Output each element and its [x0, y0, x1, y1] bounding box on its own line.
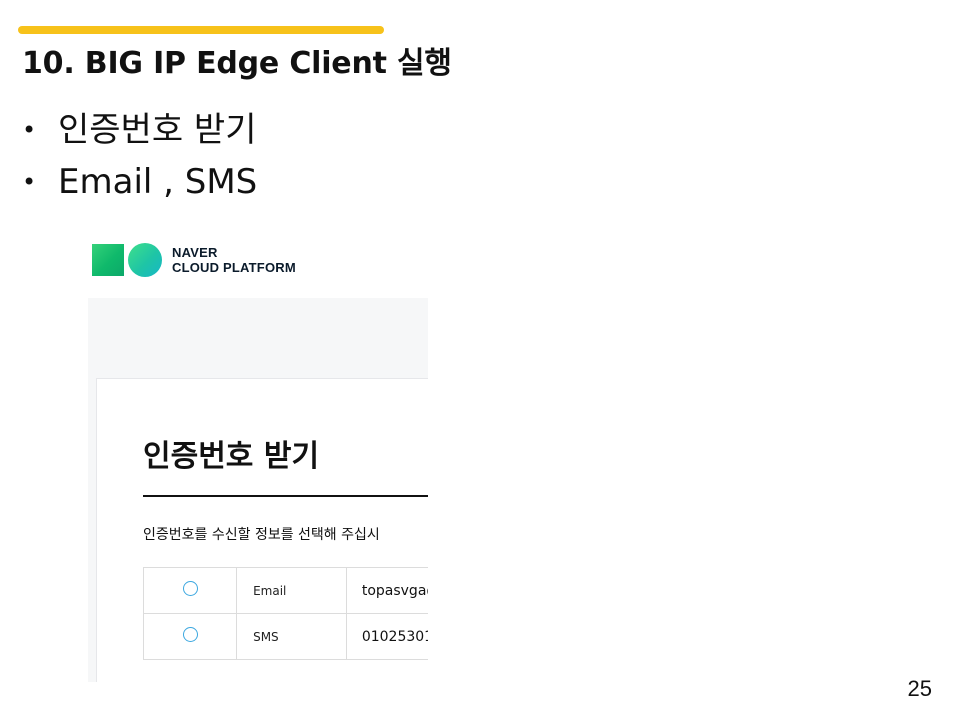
panel-description: 인증번호를 수신할 정보를 선택해 주십시	[143, 527, 380, 543]
brand-header: NAVER CLOUD PLATFORM	[92, 240, 296, 280]
verification-method-table: Email topasvga@ SMS 010253019	[142, 567, 428, 660]
bullet-text: Email , SMS	[58, 162, 258, 202]
bullet-list: • 인증번호 받기 • Email , SMS	[22, 104, 257, 208]
brand-name: NAVER CLOUD PLATFORM	[172, 245, 296, 275]
table-row[interactable]: SMS 010253019	[142, 613, 428, 660]
page-number: 25	[907, 676, 932, 701]
bullet-item: • Email , SMS	[22, 156, 257, 208]
bullet-dot: •	[22, 116, 37, 144]
sms-radio[interactable]	[182, 627, 198, 642]
radio-cell	[142, 613, 238, 660]
verification-panel: 인증번호 받기 인증번호를 수신할 정보를 선택해 주십시 Email topa…	[96, 378, 428, 682]
brand-line-1: NAVER	[172, 245, 218, 260]
embedded-screenshot: NAVER CLOUD PLATFORM 인증번호 받기 인증번호를 수신할 정…	[88, 236, 428, 682]
bullet-text: 인증번호 받기	[58, 110, 257, 150]
bullet-item: • 인증번호 받기	[22, 104, 257, 156]
email-radio[interactable]	[182, 581, 198, 596]
logo-circle-icon	[128, 243, 162, 277]
method-value: 010253019	[345, 613, 428, 660]
slide-title: 10. BIG IP Edge Client 실행	[22, 46, 452, 81]
radio-cell	[142, 567, 238, 614]
bullet-dot: •	[22, 168, 37, 196]
accent-bar	[18, 26, 384, 34]
method-type: SMS	[236, 613, 347, 660]
brand-line-2: CLOUD PLATFORM	[172, 260, 296, 275]
method-type: Email	[236, 567, 347, 614]
title-divider	[143, 495, 428, 497]
method-value: topasvga@	[345, 567, 428, 614]
table-row[interactable]: Email topasvga@	[142, 567, 428, 614]
logo-square-icon	[92, 244, 124, 276]
panel-title: 인증번호 받기	[143, 439, 320, 474]
naver-cloud-logo	[92, 243, 162, 277]
